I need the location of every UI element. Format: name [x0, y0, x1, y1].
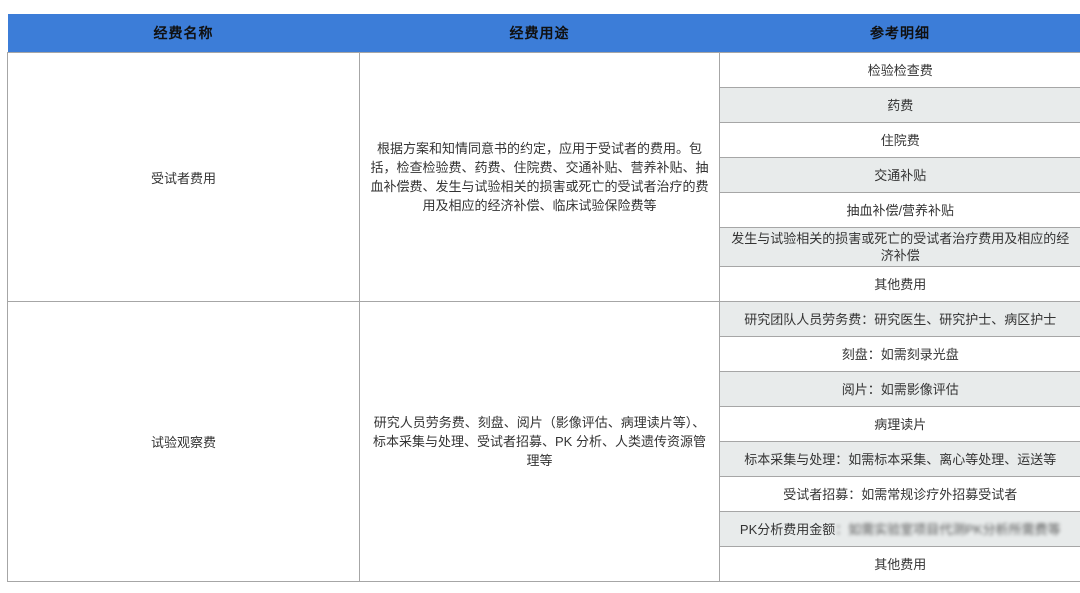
detail-cell: 标本采集与处理：如需标本采集、离心等处理、运送等	[720, 442, 1080, 477]
fee-purpose-cell-subject-fees: 根据方案和知情同意书的约定，应用于受试者的费用。包括，检查检验费、药费、住院费、…	[360, 53, 720, 302]
table-row: 试验观察费 研究人员劳务费、刻盘、阅片（影像评估、病理读片等）、标本采集与处理、…	[8, 302, 1080, 337]
detail-cell: 其他费用	[720, 267, 1080, 302]
fee-name-cell-subject-fees: 受试者费用	[8, 53, 360, 302]
pk-detail-clear-text: PK分析费用金额	[740, 522, 835, 537]
detail-cell: 其他费用	[720, 547, 1080, 582]
detail-cell: 受试者招募：如需常规诊疗外招募受试者	[720, 477, 1080, 512]
column-header-fee-name: 经费名称	[8, 14, 360, 53]
table-row: 受试者费用 根据方案和知情同意书的约定，应用于受试者的费用。包括，检查检验费、药…	[8, 53, 1080, 88]
detail-cell: 病理读片	[720, 407, 1080, 442]
column-header-fee-purpose: 经费用途	[360, 14, 720, 53]
detail-cell: 交通补贴	[720, 158, 1080, 193]
detail-cell: 检验检查费	[720, 53, 1080, 88]
detail-cell: 药费	[720, 88, 1080, 123]
detail-cell: 阅片：如需影像评估	[720, 372, 1080, 407]
header-row: 经费名称 经费用途 参考明细	[8, 14, 1080, 53]
detail-cell: 发生与试验相关的损害或死亡的受试者治疗费用及相应的经济补偿	[720, 228, 1080, 267]
detail-cell: 刻盘：如需刻录光盘	[720, 337, 1080, 372]
fee-purpose-cell-trial-observation: 研究人员劳务费、刻盘、阅片（影像评估、病理读片等）、标本采集与处理、受试者招募、…	[360, 302, 720, 582]
column-header-reference-detail: 参考明细	[720, 14, 1080, 53]
detail-cell: 抽血补偿/营养补贴	[720, 193, 1080, 228]
fee-name-cell-trial-observation: 试验观察费	[8, 302, 360, 582]
detail-cell-pk-analysis: PK分析费用金额：如需实验室项目代测PK分析所需费等	[720, 512, 1080, 547]
pk-detail-blurred-text: ：如需实验室项目代测PK分析所需费等	[835, 522, 1060, 537]
detail-cell: 研究团队人员劳务费：研究医生、研究护士、病区护士	[720, 302, 1080, 337]
detail-cell: 住院费	[720, 123, 1080, 158]
fee-table: 经费名称 经费用途 参考明细 受试者费用 根据方案和知情同意书的约定，应用于受试…	[7, 14, 1080, 582]
fee-table-page: 经费名称 经费用途 参考明细 受试者费用 根据方案和知情同意书的约定，应用于受试…	[0, 0, 1080, 593]
